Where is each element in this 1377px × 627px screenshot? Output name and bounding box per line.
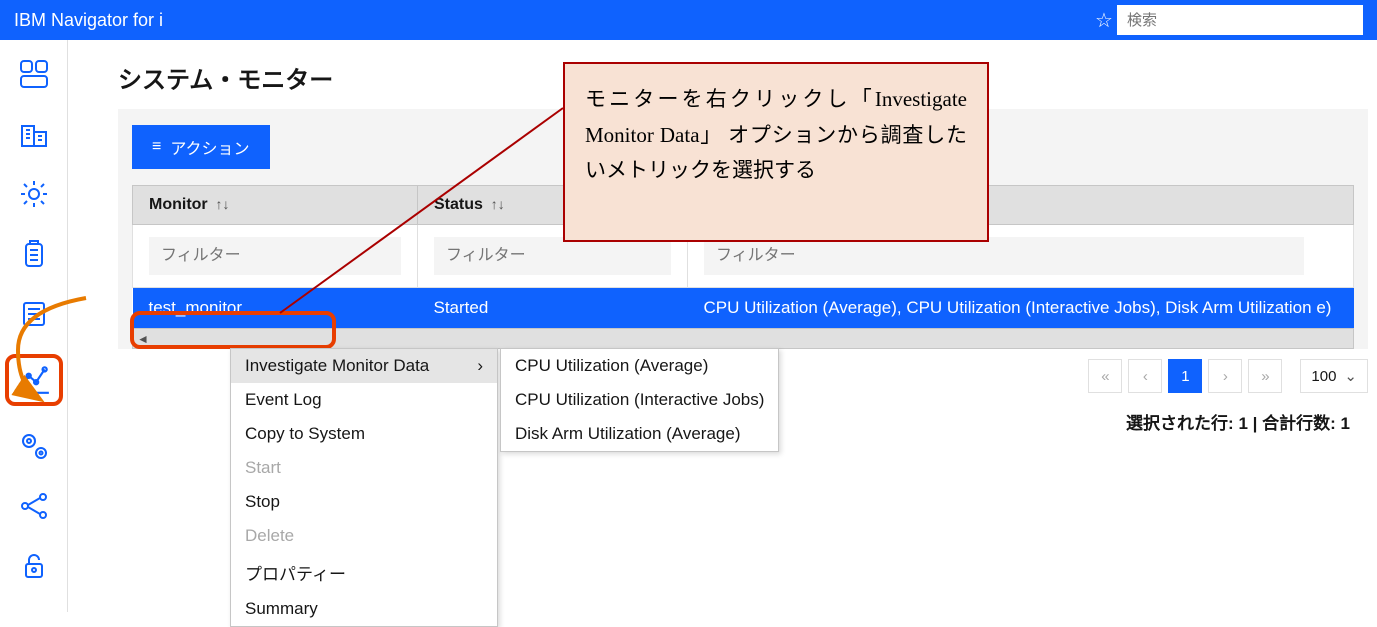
battery-icon[interactable] [14,234,54,274]
ctx-investigate[interactable]: Investigate Monitor Data› [231,349,497,383]
ctx-delete: Delete [231,519,497,553]
list-icon[interactable] [14,294,54,334]
ctx-event-log[interactable]: Event Log [231,383,497,417]
context-submenu: CPU Utilization (Average) CPU Utilizatio… [500,348,779,452]
cell-monitor[interactable]: test_monitor [133,288,418,329]
app-title: IBM Navigator for i [14,10,163,31]
chevron-right-icon: › [477,356,483,376]
filter-monitor[interactable] [149,237,401,275]
chevron-down-icon: ⌄ [1344,367,1357,385]
cell-status[interactable]: Started [418,288,688,329]
actions-label: アクション [170,135,249,159]
gear-process-icon[interactable] [14,426,54,466]
callout-box: モニターを右クリックし「Investigate Monitor Data」 オプ… [563,62,989,242]
pager-first[interactable]: « [1088,359,1122,393]
col-header-monitor[interactable]: Monitor ↑↓ [133,186,418,225]
pager-next[interactable]: › [1208,359,1242,393]
context-menu: Investigate Monitor Data› Event Log Copy… [230,348,498,627]
sub-cpu-inter[interactable]: CPU Utilization (Interactive Jobs) [501,383,778,417]
sub-cpu-avg[interactable]: CPU Utilization (Average) [501,349,778,383]
sort-icon: ↑↓ [487,196,505,212]
sort-icon: ↑↓ [212,196,230,212]
cell-metrics[interactable]: CPU Utilization (Average), CPU Utilizati… [688,288,1354,329]
ctx-stop[interactable]: Stop [231,485,497,519]
ctx-properties[interactable]: プロパティー [231,553,497,592]
building-icon[interactable] [14,114,54,154]
sub-disk-arm[interactable]: Disk Arm Utilization (Average) [501,417,778,451]
ctx-copy[interactable]: Copy to System [231,417,497,451]
chart-icon[interactable] [5,354,63,406]
actions-button[interactable]: ≡ アクション [132,125,270,169]
page-size-select[interactable]: 100 ⌄ [1300,359,1368,393]
gear-icon[interactable] [14,174,54,214]
menu-icon: ≡ [152,138,160,156]
scroll-row[interactable]: ◄ [133,329,1354,349]
filter-metrics[interactable] [704,237,1304,275]
dashboard-icon[interactable] [14,54,54,94]
pager-prev[interactable]: ‹ [1128,359,1162,393]
favorite-icon[interactable]: ☆ [1091,8,1117,33]
pager-page-1[interactable]: 1 [1168,359,1202,393]
branch-icon[interactable] [14,486,54,526]
sidebar [0,40,68,612]
pager-last[interactable]: » [1248,359,1282,393]
scroll-left-icon[interactable]: ◄ [137,332,149,346]
table-row[interactable]: test_monitor Started CPU Utilization (Av… [133,288,1354,329]
filter-status[interactable] [434,237,671,275]
ctx-summary[interactable]: Summary [231,592,497,626]
ctx-start: Start [231,451,497,485]
search-input[interactable] [1117,5,1363,35]
topbar: IBM Navigator for i ☆ [0,0,1377,40]
lock-icon[interactable] [14,546,54,586]
